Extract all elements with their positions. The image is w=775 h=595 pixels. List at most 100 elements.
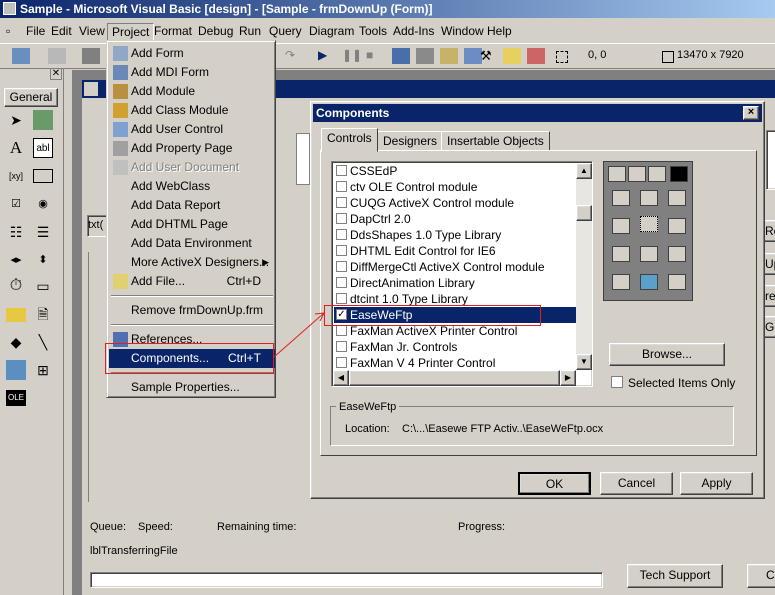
picturebox-tool-icon[interactable] [33,110,53,130]
menu-item-add-form[interactable]: Add Form [109,44,275,63]
general-tab[interactable]: General [4,88,58,107]
menu-item-more-activex-designers[interactable]: More ActiveX Designers... ▶ [109,253,275,272]
break-icon[interactable]: ❚❚ [342,48,362,64]
list-item[interactable]: FaxMan Jr. Controls [334,339,577,355]
cancel-button[interactable]: Cancel [600,472,673,495]
toolbox-close-icon[interactable]: ✕ [50,68,62,80]
menu-item-add-data-report[interactable]: Add Data Report [109,196,275,215]
ok-button[interactable]: OK [518,472,591,495]
data-tool-icon[interactable]: ⊞ [33,360,53,380]
menu-edit[interactable]: Edit [47,23,76,39]
list-item[interactable]: DHTML Edit Control for IE6 [334,243,577,259]
checkbox[interactable] [336,213,347,224]
list-horizontal-scrollbar[interactable]: ◀ ▶ [333,370,576,386]
menu-editor-icon[interactable] [82,48,100,64]
dialog-close-icon[interactable]: × [743,106,759,120]
menu-tools[interactable]: Tools [355,23,391,39]
checkbox[interactable] [336,277,347,288]
checkbox[interactable] [336,261,347,272]
browse-button[interactable]: Browse... [609,343,725,366]
end-icon[interactable]: ■ [366,48,384,64]
menu-item-add-dhtml-page[interactable]: Add DHTML Page [109,215,275,234]
selected-items-only-checkbox[interactable] [611,376,623,388]
add-project-icon[interactable] [12,48,30,64]
list-item[interactable]: FaxMan V 4 Printer Control [334,355,577,371]
form-layout-icon[interactable] [440,48,458,64]
optionbutton-tool-icon[interactable]: ◉ [33,194,53,214]
tab-designers[interactable]: Designers [377,131,444,151]
scroll-right-icon[interactable]: ▶ [560,370,576,386]
line-tool-icon[interactable]: ╲ [33,332,53,352]
menu-addins[interactable]: Add-Ins [389,23,438,39]
filelistbox-tool-icon[interactable]: 🗎 [33,304,53,324]
pointer-tool-icon[interactable]: ➤ [6,110,26,130]
vscrollbar-tool-icon[interactable]: ⬍ [33,250,53,270]
list-item[interactable]: DirectAnimation Library [334,275,577,291]
scroll-thumb[interactable] [349,370,560,386]
menu-file[interactable]: File [22,23,49,39]
menu-item-add-file[interactable]: Add File... Ctrl+D [109,272,275,291]
menu-item-add-class-module[interactable]: Add Class Module [109,101,275,120]
apply-button[interactable]: Apply [680,472,753,495]
checkbox[interactable] [336,357,347,368]
hscrollbar-tool-icon[interactable]: ◂▸ [6,250,26,270]
redo-icon[interactable]: ↷ [285,48,303,64]
timer-tool-icon[interactable]: ⏱ [6,276,26,296]
list-item[interactable]: CSSEdP [334,163,577,179]
label-tool-icon[interactable]: A [6,138,26,158]
menu-item-sample-properties[interactable]: Sample Properties... [109,378,275,397]
checkbox[interactable] [336,181,347,192]
menu-item-add-module[interactable]: Add Module [109,82,275,101]
drivelistbox-tool-icon[interactable]: ▭ [33,276,53,296]
start-icon[interactable]: ▶ [318,48,336,64]
frame-tool-icon[interactable]: [xy] [6,166,26,186]
commandbutton-tool-icon[interactable] [33,169,53,183]
textbox-tool-icon[interactable]: abl [33,138,53,158]
toolbox-icon[interactable]: ⚒ [480,48,498,64]
menu-item-add-user-control[interactable]: Add User Control [109,120,275,139]
menu-view[interactable]: View [75,23,109,39]
components-list[interactable]: CSSEdP ctv OLE Control module CUQG Activ… [331,161,593,387]
checkbox[interactable] [336,341,347,352]
system-menu-icon[interactable]: ▫ [2,23,20,39]
menu-item-add-mdi-form[interactable]: Add MDI Form [109,63,275,82]
scroll-thumb[interactable] [576,205,592,221]
ole-tool-icon[interactable]: OLE [6,390,26,406]
menu-help[interactable]: Help [483,23,516,39]
checkbox[interactable] [336,245,347,256]
scroll-left-icon[interactable]: ◀ [333,370,349,386]
menu-item-add-data-environment[interactable]: Add Data Environment [109,234,275,253]
form-button-c[interactable]: C [747,564,775,588]
list-item[interactable]: DdsShapes 1.0 Type Library [334,227,577,243]
scroll-up-icon[interactable]: ▲ [576,163,592,179]
menu-debug[interactable]: Debug [194,23,237,39]
menu-run[interactable]: Run [235,23,265,39]
checkbox[interactable] [336,293,347,304]
menu-item-add-webclass[interactable]: Add WebClass [109,177,275,196]
listbox-tool-icon[interactable]: ☰ [33,222,53,242]
dirlistbox-tool-icon[interactable] [6,308,26,322]
menu-query[interactable]: Query [265,23,306,39]
add-form-icon[interactable] [48,48,66,64]
visual-component-manager-icon[interactable] [527,48,545,64]
checkbox[interactable] [336,229,347,240]
list-item[interactable]: DiffMergeCtl ActiveX Control module [334,259,577,275]
checkbox-tool-icon[interactable]: ☑ [6,194,26,214]
data-view-icon[interactable] [503,48,521,64]
list-item[interactable]: ctv OLE Control module [334,179,577,195]
menu-diagram[interactable]: Diagram [305,23,358,39]
tab-insertable-objects[interactable]: Insertable Objects [441,131,550,151]
menu-item-remove-form[interactable]: Remove frmDownUp.frm [109,301,275,320]
menu-item-add-property-page[interactable]: Add Property Page [109,139,275,158]
scroll-down-icon[interactable]: ▼ [576,354,592,370]
checkbox[interactable] [336,325,347,336]
menu-project[interactable]: Project [107,23,155,41]
image-tool-icon[interactable] [6,360,26,380]
combobox-tool-icon[interactable]: ☷ [6,222,26,242]
tab-controls[interactable]: Controls [321,128,378,152]
checkbox[interactable] [336,165,347,176]
menu-window[interactable]: Window [437,23,488,39]
list-item[interactable]: DapCtrl 2.0 [334,211,577,227]
project-explorer-icon[interactable] [392,48,410,64]
shape-tool-icon[interactable]: ◆ [6,332,26,352]
